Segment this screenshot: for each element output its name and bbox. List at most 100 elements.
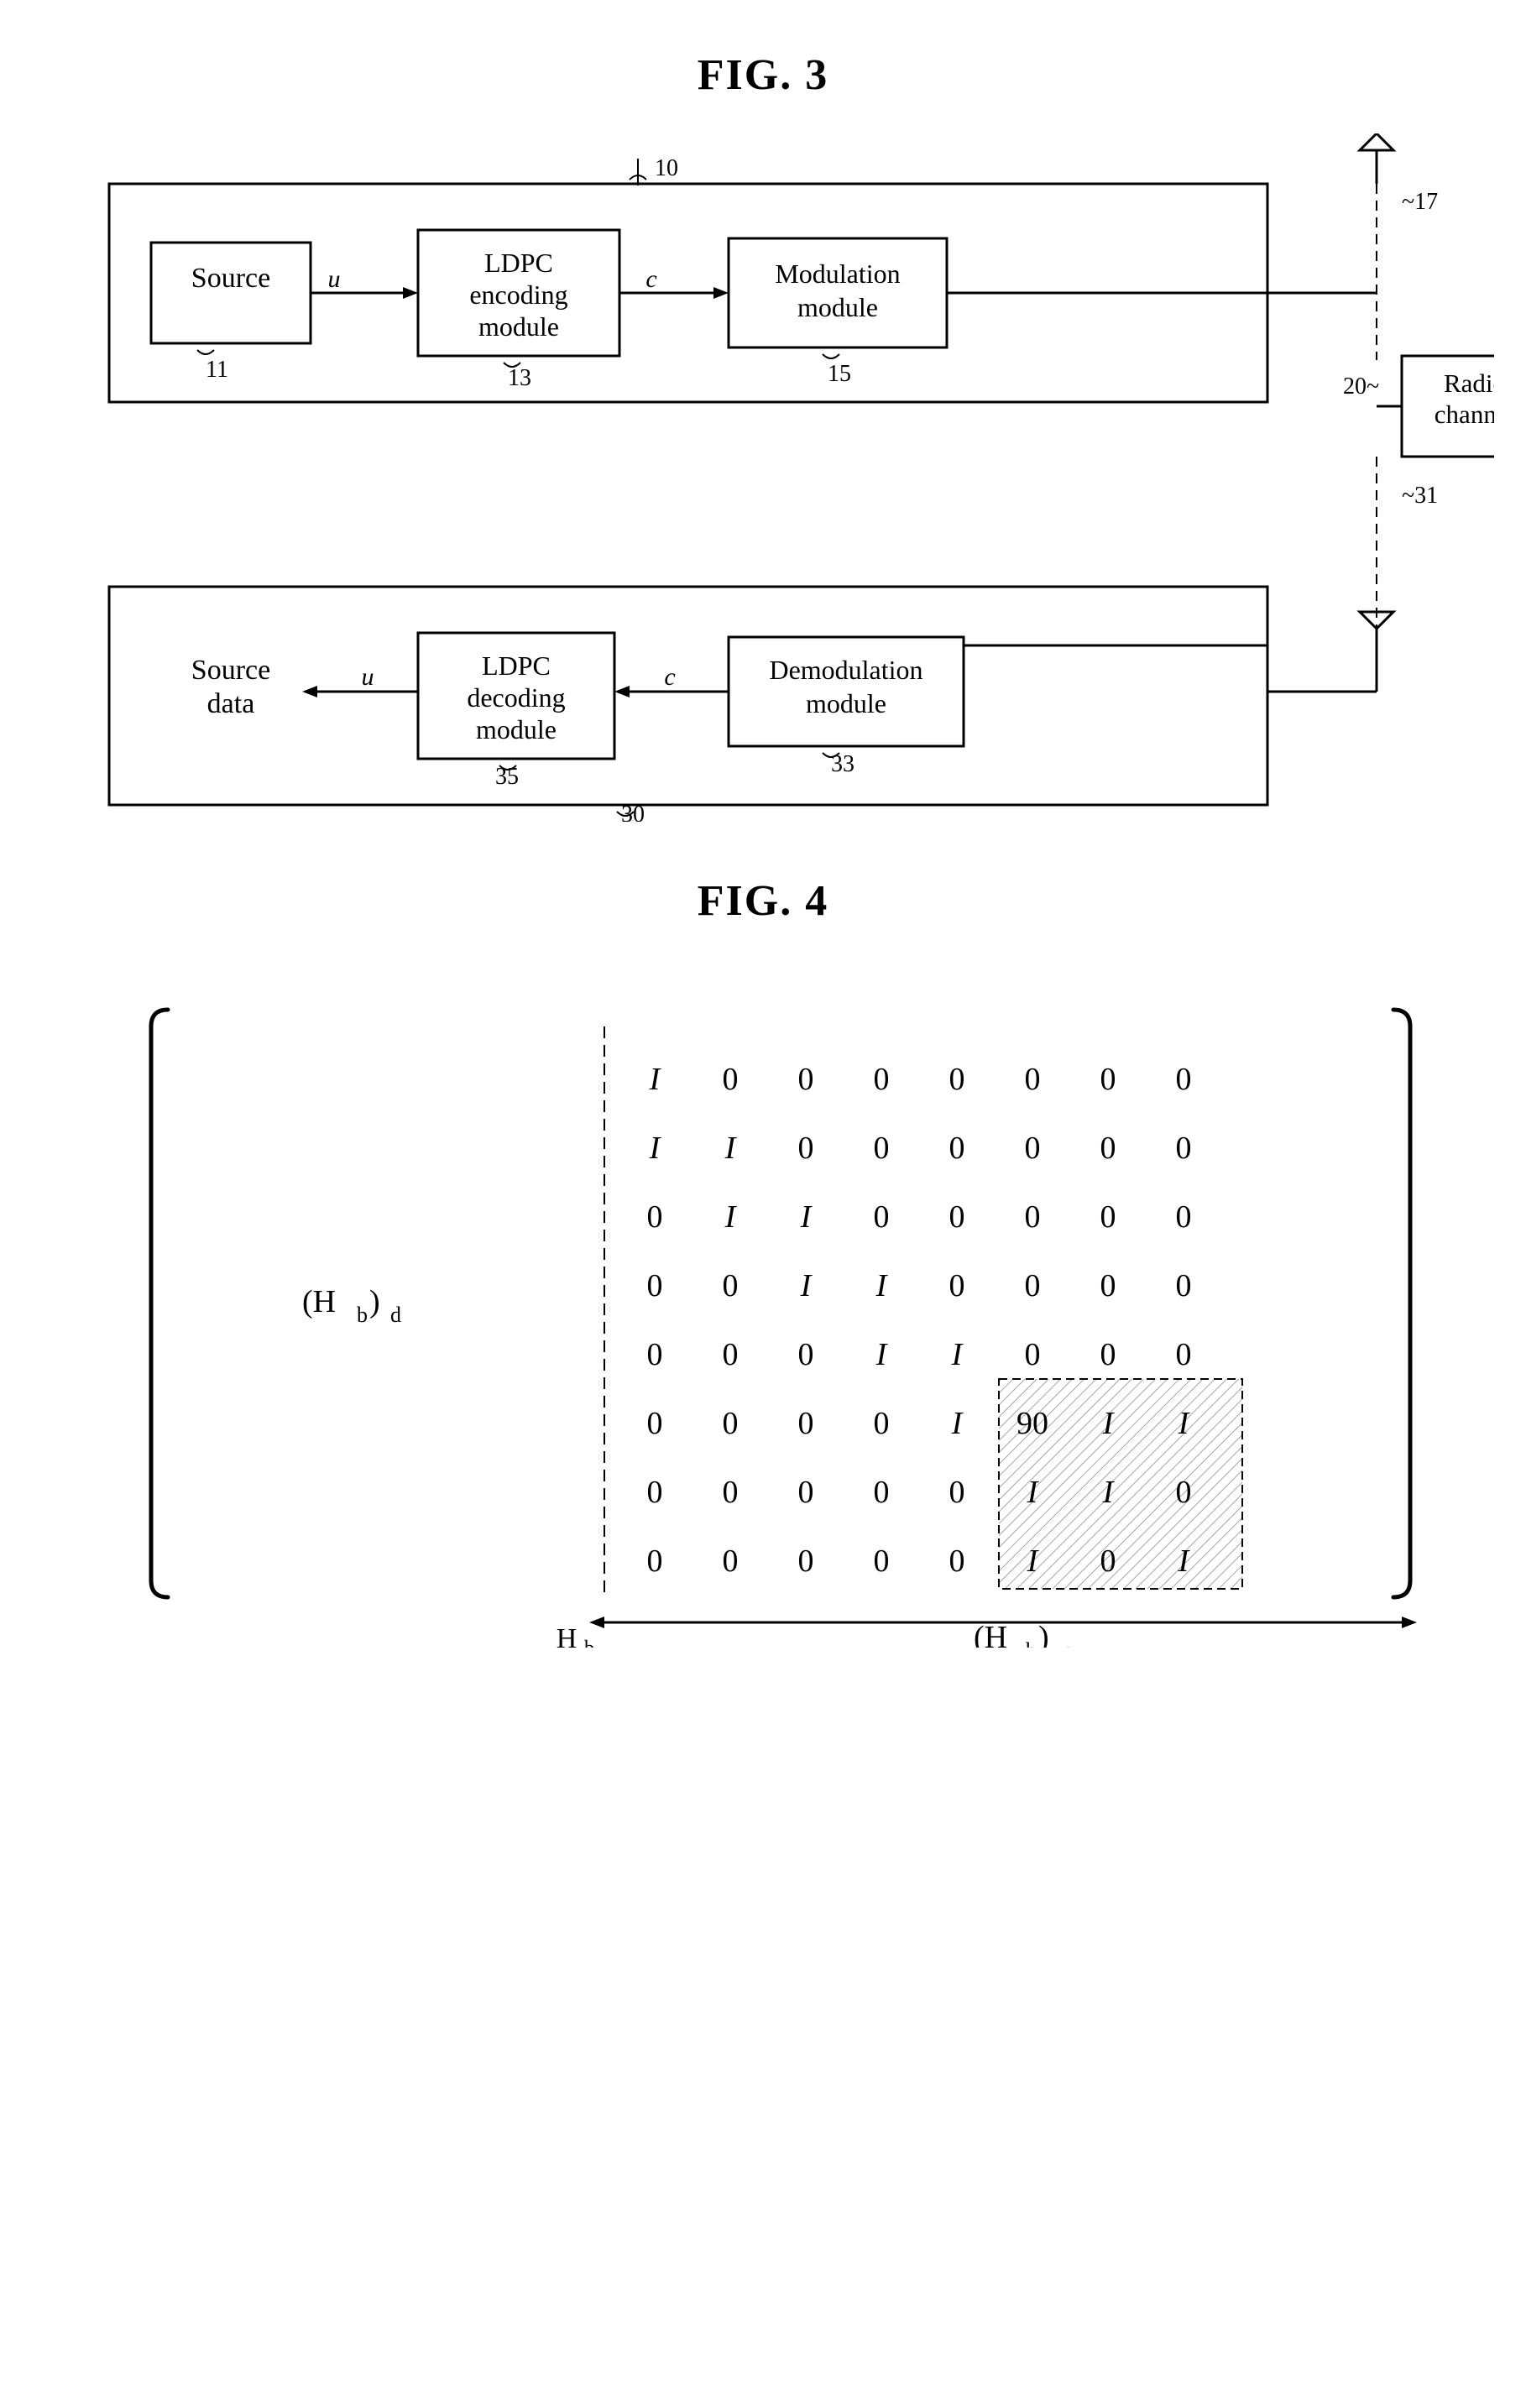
svg-text:LDPC: LDPC [484, 248, 553, 278]
svg-text:0: 0 [1100, 1199, 1116, 1235]
svg-text:module: module [797, 292, 878, 322]
svg-text:0: 0 [1176, 1062, 1192, 1097]
svg-text:10: 10 [655, 155, 678, 181]
svg-text:0: 0 [1025, 1268, 1041, 1303]
svg-text:encoding: encoding [469, 279, 567, 310]
svg-text:0: 0 [874, 1406, 890, 1441]
svg-text:d: d [390, 1303, 401, 1327]
svg-text:Source: Source [191, 263, 270, 294]
svg-text:0: 0 [798, 1337, 814, 1372]
svg-text:c: c [645, 265, 656, 293]
svg-text:I: I [951, 1406, 964, 1441]
svg-text:0: 0 [647, 1544, 663, 1579]
svg-text:0: 0 [949, 1544, 965, 1579]
svg-text:I: I [724, 1199, 738, 1235]
svg-text:0: 0 [647, 1199, 663, 1235]
svg-text:0: 0 [647, 1475, 663, 1510]
fig4-diagram: (H b ) d I 0 0 0 [67, 959, 1494, 1652]
svg-text:b: b [357, 1303, 368, 1327]
svg-text:c: c [664, 663, 675, 691]
svg-text:data: data [207, 688, 255, 719]
svg-text:0: 0 [1176, 1199, 1192, 1235]
svg-text:b: b [1026, 1638, 1037, 1648]
svg-text:(H: (H [974, 1620, 1007, 1648]
svg-text:13: 13 [508, 365, 531, 391]
svg-text:0: 0 [949, 1199, 965, 1235]
svg-text:I: I [800, 1268, 813, 1303]
svg-text:0: 0 [1100, 1131, 1116, 1166]
svg-text:I: I [875, 1268, 889, 1303]
svg-text:u: u [328, 265, 341, 293]
svg-text:0: 0 [1100, 1544, 1116, 1579]
svg-text:module: module [478, 311, 559, 342]
svg-text:20~: 20~ [1343, 373, 1379, 400]
svg-text:(H: (H [302, 1284, 336, 1319]
svg-text:H: H [557, 1623, 577, 1648]
svg-text:0: 0 [723, 1337, 739, 1372]
svg-text:module: module [476, 714, 557, 744]
svg-text:~31: ~31 [1402, 483, 1438, 509]
svg-text:0: 0 [874, 1475, 890, 1510]
svg-text:0: 0 [1176, 1475, 1192, 1510]
svg-text:0: 0 [1025, 1062, 1041, 1097]
svg-text:0: 0 [723, 1268, 739, 1303]
svg-text:0: 0 [647, 1337, 663, 1372]
svg-text:0: 0 [723, 1544, 739, 1579]
svg-text:~17: ~17 [1402, 189, 1438, 215]
svg-text:LDPC: LDPC [482, 650, 551, 681]
svg-text:0: 0 [723, 1475, 739, 1510]
svg-text:0: 0 [723, 1062, 739, 1097]
fig4-svg: (H b ) d I 0 0 0 [67, 959, 1494, 1648]
svg-text:I: I [649, 1062, 662, 1097]
svg-text:0: 0 [1025, 1337, 1041, 1372]
svg-text:I: I [1027, 1475, 1040, 1510]
svg-text:0: 0 [1100, 1337, 1116, 1372]
svg-text:u: u [362, 663, 374, 691]
svg-text:0: 0 [1025, 1131, 1041, 1166]
svg-text:35: 35 [495, 764, 519, 790]
svg-text:I: I [951, 1337, 964, 1372]
svg-text:I: I [875, 1337, 889, 1372]
svg-text:I: I [649, 1131, 662, 1166]
svg-text:0: 0 [798, 1406, 814, 1441]
svg-text:Demodulation: Demodulation [769, 655, 922, 685]
svg-text:0: 0 [874, 1062, 890, 1097]
svg-text:0: 0 [949, 1475, 965, 1510]
fig4-title: FIG. 4 [67, 876, 1459, 926]
svg-text:I: I [1102, 1406, 1116, 1441]
svg-text:I: I [800, 1199, 813, 1235]
svg-text:0: 0 [798, 1062, 814, 1097]
svg-text:0: 0 [723, 1406, 739, 1441]
svg-text:0: 0 [1025, 1199, 1041, 1235]
svg-text:module: module [806, 688, 886, 718]
svg-text:Source: Source [191, 655, 270, 686]
svg-text:0: 0 [647, 1406, 663, 1441]
fig3-diagram: Source u LDPC encoding module c Modulati… [67, 133, 1494, 826]
svg-text:I: I [1178, 1406, 1191, 1441]
svg-text:p: p [1062, 1638, 1073, 1648]
svg-text:15: 15 [828, 361, 851, 387]
svg-text:90: 90 [1016, 1406, 1048, 1441]
svg-text:decoding: decoding [467, 682, 565, 713]
svg-text:0: 0 [647, 1268, 663, 1303]
svg-text:I: I [1027, 1544, 1040, 1579]
svg-text:0: 0 [1176, 1337, 1192, 1372]
page: FIG. 3 Source u LDPC encoding module c [0, 0, 1526, 1702]
fig3-svg: Source u LDPC encoding module c Modulati… [67, 133, 1494, 822]
svg-text:0: 0 [1100, 1268, 1116, 1303]
svg-text:I: I [724, 1131, 738, 1166]
svg-text:30: 30 [621, 802, 645, 822]
svg-text:11: 11 [206, 357, 228, 383]
svg-text:0: 0 [798, 1475, 814, 1510]
svg-text:0: 0 [798, 1544, 814, 1579]
svg-text:0: 0 [949, 1131, 965, 1166]
svg-text:0: 0 [874, 1199, 890, 1235]
svg-text:0: 0 [874, 1544, 890, 1579]
svg-text:0: 0 [1100, 1062, 1116, 1097]
svg-text:): ) [1038, 1620, 1049, 1648]
svg-text:0: 0 [949, 1062, 965, 1097]
svg-text:Radio: Radio [1444, 368, 1494, 398]
svg-text:0: 0 [1176, 1268, 1192, 1303]
svg-text:I: I [1178, 1544, 1191, 1579]
svg-text:channel: channel [1435, 400, 1494, 429]
